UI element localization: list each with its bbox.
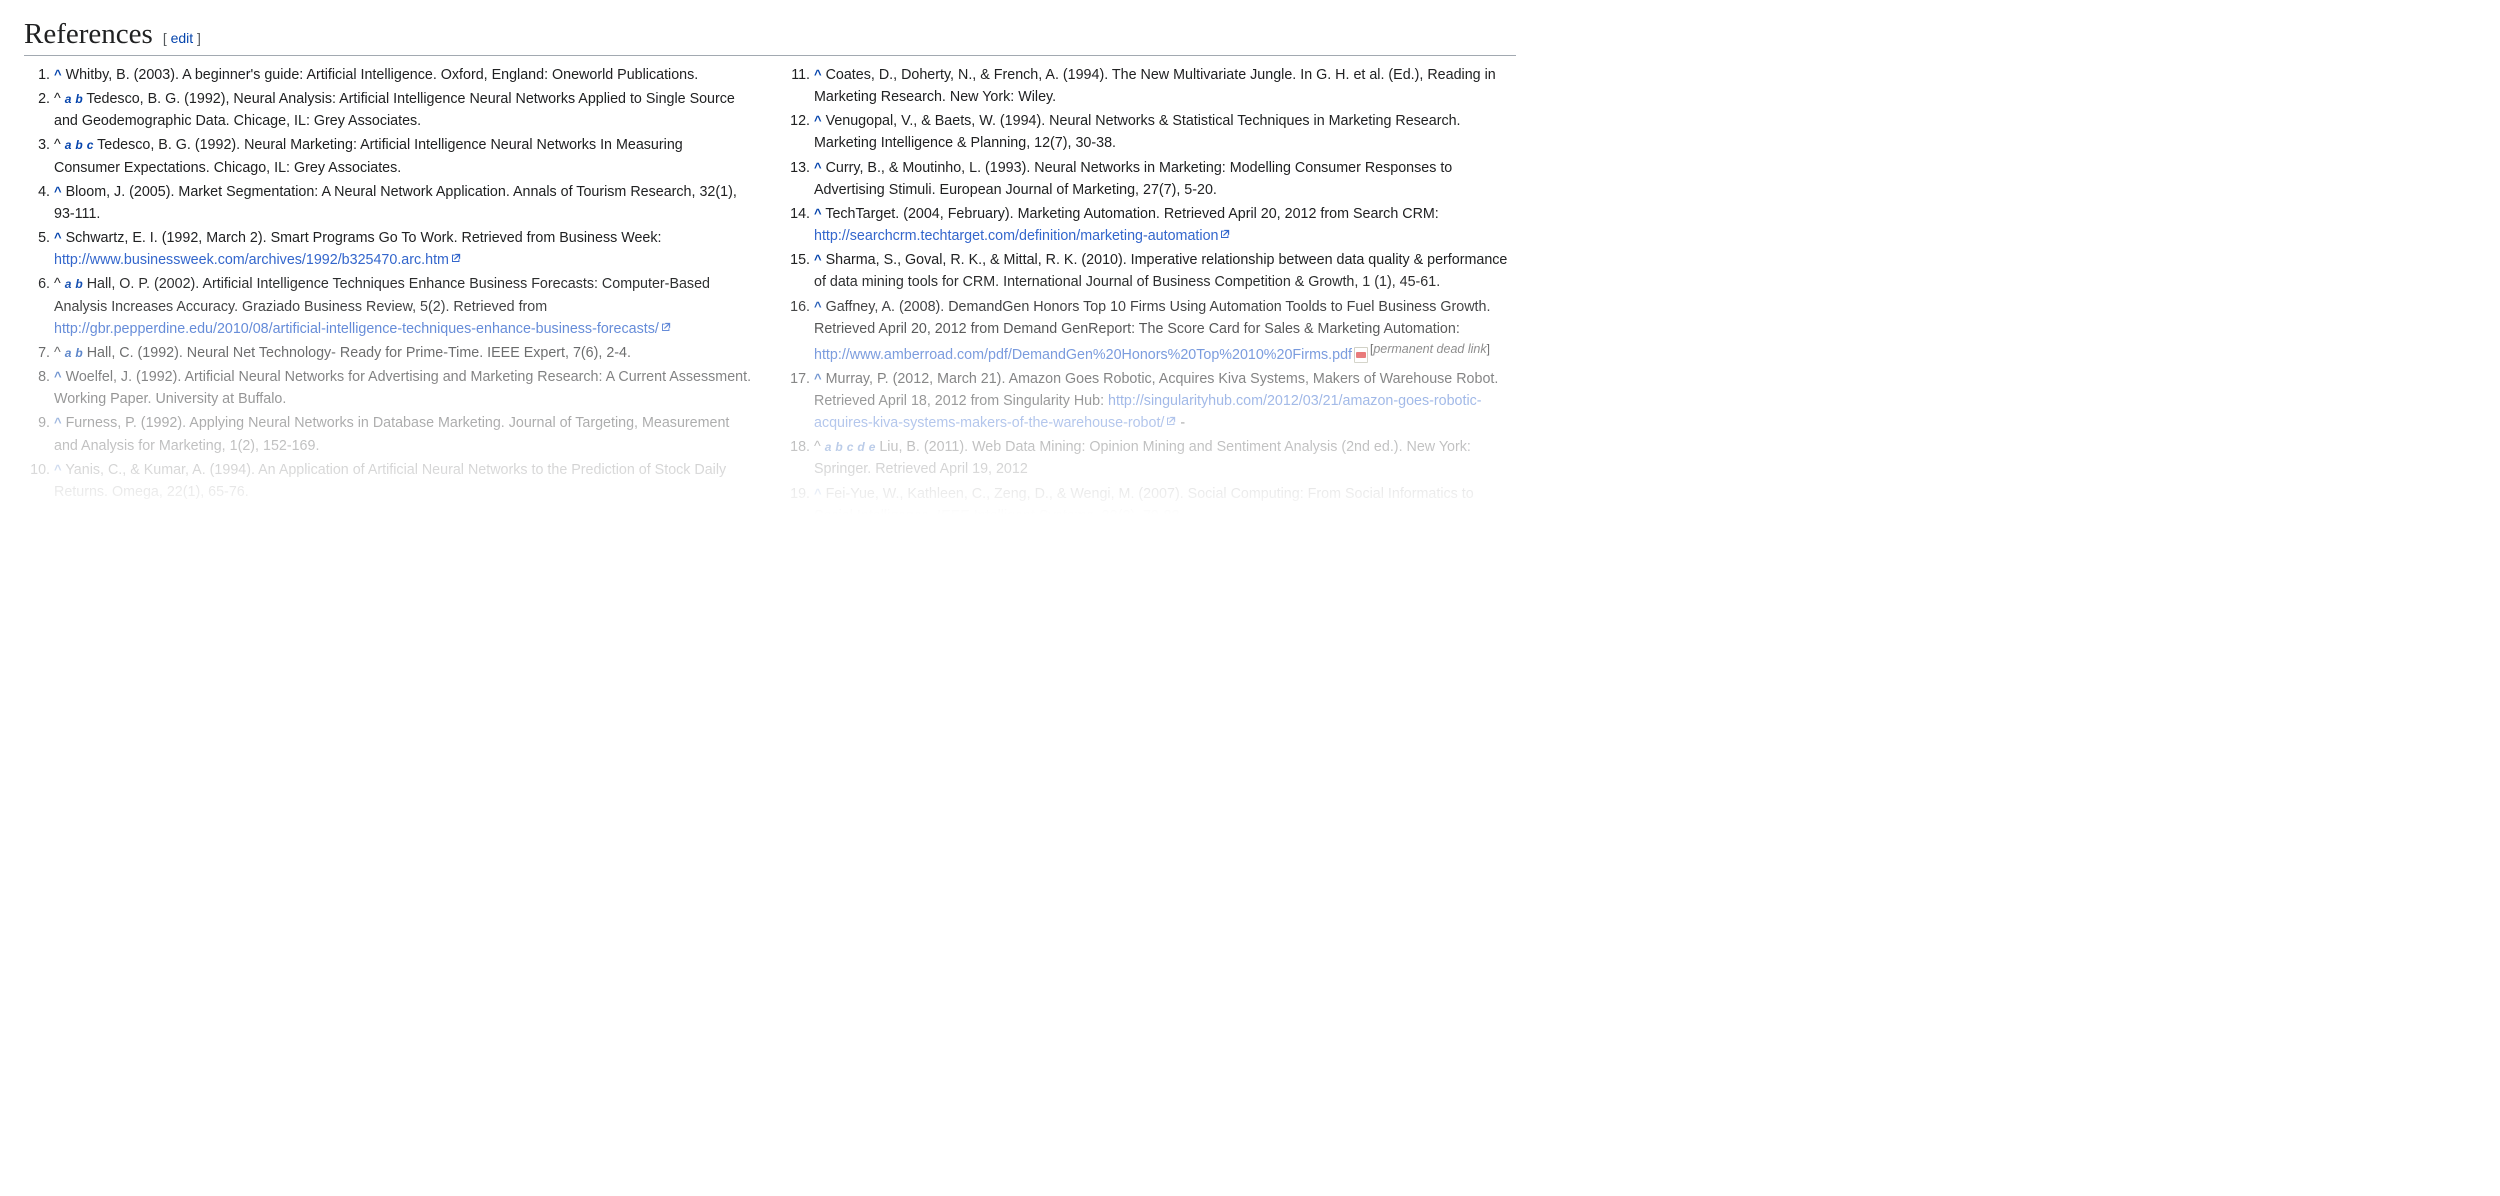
backlinks: ^ a b: [54, 91, 83, 107]
reference-item: ^ a b Hall, O. P. (2002). Artificial Int…: [54, 273, 756, 339]
backlink-letter[interactable]: d: [857, 440, 864, 454]
reference-text: Bloom, J. (2005). Market Segmentation: A…: [54, 184, 737, 222]
bracket-open: [: [163, 30, 171, 46]
backlink-caret[interactable]: ^: [54, 230, 62, 245]
backlink-letter[interactable]: a: [65, 92, 72, 106]
external-link-icon: [1220, 229, 1230, 239]
backlinks: ^ a b c: [54, 137, 93, 153]
reference-text: Tedesco, B. G. (1992). Neural Marketing:…: [54, 137, 683, 175]
reference-item: ^ Sharma, S., Goval, R. K., & Mittal, R.…: [814, 249, 1516, 293]
reference-text: Sharma, S., Goval, R. K., & Mittal, R. K…: [814, 252, 1507, 290]
reference-text: Venugopal, V., & Baets, W. (1994). Neura…: [814, 113, 1461, 151]
page-root: References [ edit ] ^ Whitby, B. (2003).…: [0, 0, 1536, 527]
reference-item: ^ Venugopal, V., & Baets, W. (1994). Neu…: [814, 110, 1516, 154]
reference-text: Gaffney, A. (2008). DemandGen Honors Top…: [814, 299, 1490, 337]
backlink-letter[interactable]: e: [869, 440, 876, 454]
backlink-letter[interactable]: b: [75, 346, 82, 360]
backlink-caret[interactable]: ^: [814, 113, 822, 128]
backlink-letter[interactable]: a: [65, 346, 72, 360]
reference-external-link[interactable]: http://gbr.pepperdine.edu/2010/08/artifi…: [54, 321, 659, 337]
backlinks: ^ a b: [54, 345, 83, 361]
backlink-letter[interactable]: a: [65, 277, 72, 291]
reference-item: ^ Furness, P. (1992). Applying Neural Ne…: [54, 412, 756, 456]
backlink-letter[interactable]: b: [75, 138, 82, 152]
backlink-caret[interactable]: ^: [54, 369, 62, 384]
reference-text: Curry, B., & Moutinho, L. (1993). Neural…: [814, 160, 1452, 198]
backlink-caret[interactable]: ^: [54, 184, 62, 199]
reference-item: ^ Murray, P. (2012, March 21). Amazon Go…: [814, 368, 1516, 434]
reference-text: Coates, D., Doherty, N., & French, A. (1…: [814, 67, 1496, 105]
backlink-caret[interactable]: ^: [814, 486, 822, 501]
reference-item: ^ Bloom, J. (2005). Market Segmentation:…: [54, 181, 756, 225]
edit-section-wrapper: [ edit ]: [163, 30, 201, 46]
backlink-caret[interactable]: ^: [54, 67, 62, 82]
reference-item: ^ Fei-Yue, W., Kathleen, C., Zeng, D., &…: [814, 483, 1516, 527]
reference-text: Yanis, C., & Kumar, A. (1994). An Applic…: [54, 462, 726, 500]
reference-item: ^ TechTarget. (2004, February). Marketin…: [814, 203, 1516, 247]
external-link-icon: [1166, 416, 1176, 426]
reference-item: ^ Schwartz, E. I. (1992, March 2). Smart…: [54, 227, 756, 271]
reference-text: Furness, P. (1992). Applying Neural Netw…: [54, 415, 729, 453]
reference-text-post: -: [1176, 415, 1185, 431]
pdf-icon: [1354, 347, 1368, 363]
external-link-icon: [661, 322, 671, 332]
reference-item: ^ Coates, D., Doherty, N., & French, A. …: [814, 64, 1516, 108]
external-link-icon: [451, 253, 461, 263]
reference-text: Woelfel, J. (1992). Artificial Neural Ne…: [54, 369, 751, 407]
dead-link-note: [permanent dead link]: [1370, 342, 1490, 356]
backlink-caret[interactable]: ^: [814, 371, 822, 386]
backlink-caret[interactable]: ^: [814, 299, 822, 314]
backlinks: ^ a b c d e: [814, 439, 875, 455]
reference-item: ^ Woelfel, J. (1992). Artificial Neural …: [54, 366, 756, 410]
reference-item: ^ Yanis, C., & Kumar, A. (1994). An Appl…: [54, 459, 756, 503]
reference-text: Liu, B. (2011). Web Data Mining: Opinion…: [814, 439, 1471, 477]
reference-item: ^ a b Tedesco, B. G. (1992), Neural Anal…: [54, 88, 756, 132]
backlink-caret[interactable]: ^: [814, 67, 822, 82]
reference-item: ^ Whitby, B. (2003). A beginner's guide:…: [54, 64, 756, 86]
reference-external-link[interactable]: http://searchcrm.techtarget.com/definiti…: [814, 228, 1218, 244]
backlink-letter[interactable]: b: [75, 92, 82, 106]
references-list: ^ Whitby, B. (2003). A beginner's guide:…: [24, 64, 1516, 527]
backlink-letter[interactable]: b: [835, 440, 842, 454]
backlink-caret[interactable]: ^: [814, 206, 822, 221]
reference-external-link[interactable]: http://www.businessweek.com/archives/199…: [54, 252, 449, 268]
reference-text: Hall, O. P. (2002). Artificial Intellige…: [54, 276, 710, 314]
backlink-caret[interactable]: ^: [54, 415, 62, 430]
backlink-letter[interactable]: c: [847, 440, 854, 454]
reference-text: Schwartz, E. I. (1992, March 2). Smart P…: [66, 230, 662, 246]
section-title: References: [24, 18, 153, 51]
reference-item: ^ a b c d e Liu, B. (2011). Web Data Min…: [814, 436, 1516, 480]
backlink-caret[interactable]: ^: [54, 462, 62, 477]
reference-item: ^ Gaffney, A. (2008). DemandGen Honors T…: [814, 296, 1516, 366]
reference-text: TechTarget. (2004, February). Marketing …: [825, 206, 1438, 222]
reference-text: Hall, C. (1992). Neural Net Technology- …: [87, 345, 631, 361]
backlink-caret[interactable]: ^: [814, 160, 822, 175]
backlink-letter[interactable]: b: [75, 277, 82, 291]
backlink-letter[interactable]: c: [87, 138, 94, 152]
reference-text: Fei-Yue, W., Kathleen, C., Zeng, D., & W…: [814, 486, 1474, 524]
backlink-letter[interactable]: a: [825, 440, 832, 454]
bracket-close: ]: [193, 30, 201, 46]
section-heading-references: References [ edit ]: [24, 18, 1516, 56]
edit-link[interactable]: edit: [171, 30, 194, 46]
backlink-letter[interactable]: a: [65, 138, 72, 152]
backlinks: ^ a b: [54, 276, 83, 292]
reference-item: ^ Curry, B., & Moutinho, L. (1993). Neur…: [814, 157, 1516, 201]
reference-text: Whitby, B. (2003). A beginner's guide: A…: [66, 67, 699, 83]
backlink-caret[interactable]: ^: [814, 252, 822, 267]
reference-item: ^ a b Hall, C. (1992). Neural Net Techno…: [54, 342, 756, 364]
reference-item: ^ a b c Tedesco, B. G. (1992). Neural Ma…: [54, 134, 756, 178]
reference-external-link[interactable]: http://www.amberroad.com/pdf/DemandGen%2…: [814, 347, 1352, 363]
reference-text: Tedesco, B. G. (1992), Neural Analysis: …: [54, 91, 735, 129]
